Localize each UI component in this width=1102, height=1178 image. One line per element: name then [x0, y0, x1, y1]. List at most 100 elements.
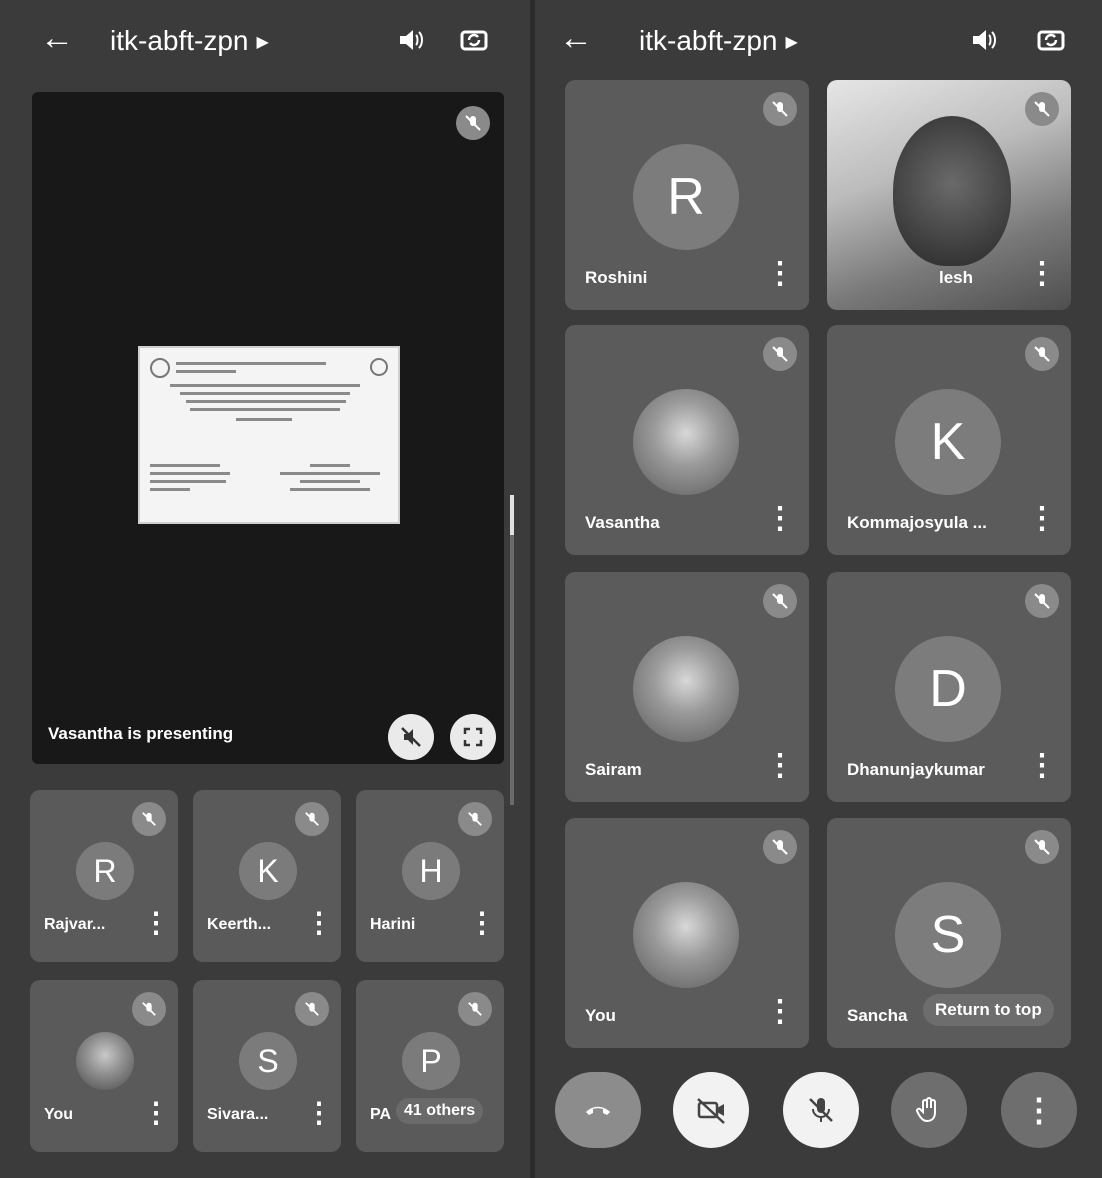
avatar: R: [76, 842, 134, 900]
back-arrow-icon[interactable]: ←: [559, 18, 593, 58]
participant-tile-others[interactable]: P PA 41 others: [356, 980, 504, 1152]
camera-toggle-button[interactable]: [673, 1072, 749, 1148]
participant-name: Keerth...: [207, 916, 272, 933]
mic-off-icon: [763, 584, 797, 618]
caret-right-icon: ▶: [785, 33, 798, 51]
avatar: K: [239, 842, 297, 900]
participant-tile[interactable]: You ⋮: [30, 980, 178, 1152]
mute-presentation-button[interactable]: [388, 714, 434, 760]
participant-tile-self[interactable]: You ⋮: [565, 818, 809, 1048]
right-meet-screen: ← itk-abft-zpn ▶ R Roshini ⋮ lesh ⋮ Vasan…: [535, 0, 1102, 1178]
participant-tile[interactable]: Vasantha ⋮: [565, 325, 809, 555]
avatar-photo: [633, 636, 739, 742]
speaker-icon[interactable]: [392, 22, 428, 58]
more-vert-icon[interactable]: ⋮: [765, 750, 795, 782]
avatar: P: [402, 1032, 460, 1090]
more-vert-icon[interactable]: ⋮: [1027, 750, 1057, 782]
participant-tile[interactable]: D Dhanunjaykumar ⋮: [827, 572, 1071, 802]
meeting-code-text: itk-abft-zpn: [110, 25, 249, 56]
more-vert-icon[interactable]: ⋮: [1027, 503, 1057, 535]
meeting-code-text: itk-abft-zpn: [639, 25, 778, 56]
avatar-photo: [633, 882, 739, 988]
participant-name: Kommajosyula ...: [847, 513, 987, 532]
mic-off-icon: [458, 992, 492, 1026]
presentation-view[interactable]: Vasantha is presenting: [32, 92, 504, 764]
participant-name: Rajvar...: [44, 916, 106, 933]
participant-name: lesh: [939, 268, 974, 287]
return-to-top-button[interactable]: Return to top: [923, 994, 1054, 1026]
top-bar: ← itk-abft-zpn ▶: [0, 0, 530, 80]
participant-tile[interactable]: R Roshini ⋮: [565, 80, 809, 310]
raise-hand-icon: [916, 1097, 936, 1123]
participant-tile[interactable]: S Sivara... ⋮: [193, 980, 341, 1152]
more-options-button[interactable]: ⋮: [1001, 1072, 1077, 1148]
participant-name: Dhanunjaykumar: [847, 760, 985, 779]
end-call-button[interactable]: [555, 1072, 641, 1148]
participant-name: Sancha: [847, 1006, 908, 1025]
more-vert-icon[interactable]: ⋮: [305, 908, 333, 938]
camera-off-icon: [697, 1098, 725, 1124]
more-vert-icon[interactable]: ⋮: [142, 1098, 170, 1128]
fullscreen-button[interactable]: [450, 714, 496, 760]
participant-name: You: [585, 1006, 616, 1025]
mic-off-icon: [763, 337, 797, 371]
mic-off-icon: [458, 802, 492, 836]
mic-off-icon: [1025, 337, 1059, 371]
participant-tile[interactable]: S Sancha Return to top: [827, 818, 1071, 1048]
participant-tile[interactable]: K Kommajosyula ... ⋮: [827, 325, 1071, 555]
scrollbar-track[interactable]: [510, 495, 514, 805]
speaker-icon[interactable]: [965, 22, 1001, 58]
speaker-off-icon: [401, 727, 421, 747]
participant-tile[interactable]: Sairam ⋮: [565, 572, 809, 802]
back-arrow-icon[interactable]: ←: [40, 18, 74, 58]
participant-name: Sivara...: [207, 1106, 269, 1123]
meeting-code[interactable]: itk-abft-zpn ▶: [639, 24, 798, 60]
avatar: D: [895, 636, 1001, 742]
meeting-code[interactable]: itk-abft-zpn ▶: [110, 24, 269, 60]
more-vert-icon[interactable]: ⋮: [468, 908, 496, 938]
avatar-photo: [633, 389, 739, 495]
mic-off-icon: [1025, 92, 1059, 126]
mic-off-icon: [132, 802, 166, 836]
left-meet-screen: ← itk-abft-zpn ▶ Vasantha is presenting …: [0, 0, 530, 1178]
mic-off-icon: [1025, 830, 1059, 864]
fullscreen-icon: [463, 727, 483, 747]
avatar: K: [895, 389, 1001, 495]
more-vert-icon[interactable]: ⋮: [765, 258, 795, 290]
end-call-icon: [586, 1106, 610, 1115]
participant-video-tile[interactable]: lesh ⋮: [827, 80, 1071, 310]
shared-document-thumbnail: [138, 346, 400, 524]
avatar: H: [402, 842, 460, 900]
more-vert-icon[interactable]: ⋮: [765, 503, 795, 535]
more-vert-icon: ⋮: [1023, 1092, 1055, 1128]
participant-name: Roshini: [585, 268, 648, 287]
more-vert-icon[interactable]: ⋮: [765, 996, 795, 1028]
top-bar: ← itk-abft-zpn ▶: [535, 0, 1102, 80]
mic-off-icon: [763, 92, 797, 126]
mic-off-icon: [295, 992, 329, 1026]
participant-name: Harini: [370, 916, 416, 933]
more-vert-icon[interactable]: ⋮: [305, 1098, 333, 1128]
mic-off-icon: [1025, 584, 1059, 618]
participant-name: You: [44, 1106, 74, 1123]
mic-off-icon: [809, 1098, 833, 1122]
caret-right-icon: ▶: [256, 33, 269, 51]
presenting-label: Vasantha is presenting: [48, 724, 234, 743]
avatar: R: [633, 144, 739, 250]
avatar-photo: [76, 1032, 134, 1090]
raise-hand-button[interactable]: [891, 1072, 967, 1148]
others-count-badge[interactable]: 41 others: [396, 1098, 484, 1124]
participant-name: Sairam: [585, 760, 642, 779]
scrollbar-thumb[interactable]: [510, 495, 514, 535]
participant-tile[interactable]: K Keerth... ⋮: [193, 790, 341, 962]
more-vert-icon[interactable]: ⋮: [1027, 258, 1057, 290]
participant-tile[interactable]: H Harini ⋮: [356, 790, 504, 962]
avatar: S: [239, 1032, 297, 1090]
mic-off-icon: [456, 106, 490, 140]
participant-name: Vasantha: [585, 513, 660, 532]
switch-camera-icon[interactable]: [456, 22, 492, 58]
mic-toggle-button[interactable]: [783, 1072, 859, 1148]
more-vert-icon[interactable]: ⋮: [142, 908, 170, 938]
participant-tile[interactable]: R Rajvar... ⋮: [30, 790, 178, 962]
switch-camera-icon[interactable]: [1033, 22, 1069, 58]
